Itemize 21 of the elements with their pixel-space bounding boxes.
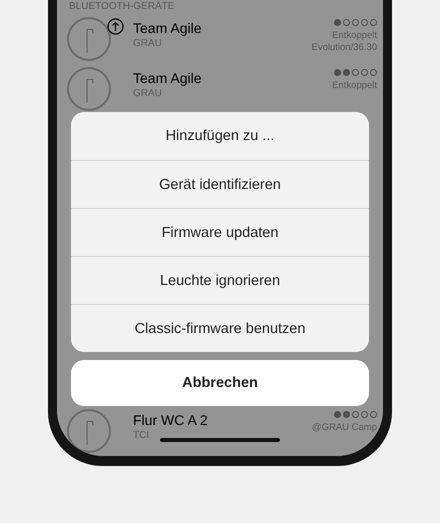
menu-action[interactable]: Classic-firmware benutzen xyxy=(71,304,369,352)
device-group: TCI xyxy=(133,429,150,443)
cancel-button[interactable]: Abbrechen xyxy=(71,360,369,406)
device-detail: @GRAU Camp xyxy=(312,422,377,434)
device-group: GRAU xyxy=(133,37,162,51)
menu-action[interactable]: Leuchte ignorieren xyxy=(71,256,369,304)
device-detail: Entkoppelt xyxy=(332,80,377,92)
lamp-icon xyxy=(67,17,111,61)
lamp-icon xyxy=(67,409,111,453)
home-indicator[interactable] xyxy=(160,438,280,442)
device-detail: Evolution/36.30 xyxy=(312,42,377,54)
device-group: GRAU xyxy=(133,87,162,101)
device-name: Team Agile xyxy=(133,70,202,87)
lamp-icon xyxy=(67,67,111,111)
menu-action[interactable]: Firmware updaten xyxy=(71,208,369,256)
section-header: BLUETOOTH-GERÄTE xyxy=(68,0,174,14)
device-name: Team Agile xyxy=(133,20,202,37)
menu-action[interactable]: Gerät identifizieren xyxy=(71,160,369,208)
device-name: Flur WC A 2 xyxy=(133,412,209,429)
menu-action[interactable]: Hinzufügen zu ... xyxy=(71,112,369,160)
device-detail: Entkoppelt xyxy=(331,30,377,42)
